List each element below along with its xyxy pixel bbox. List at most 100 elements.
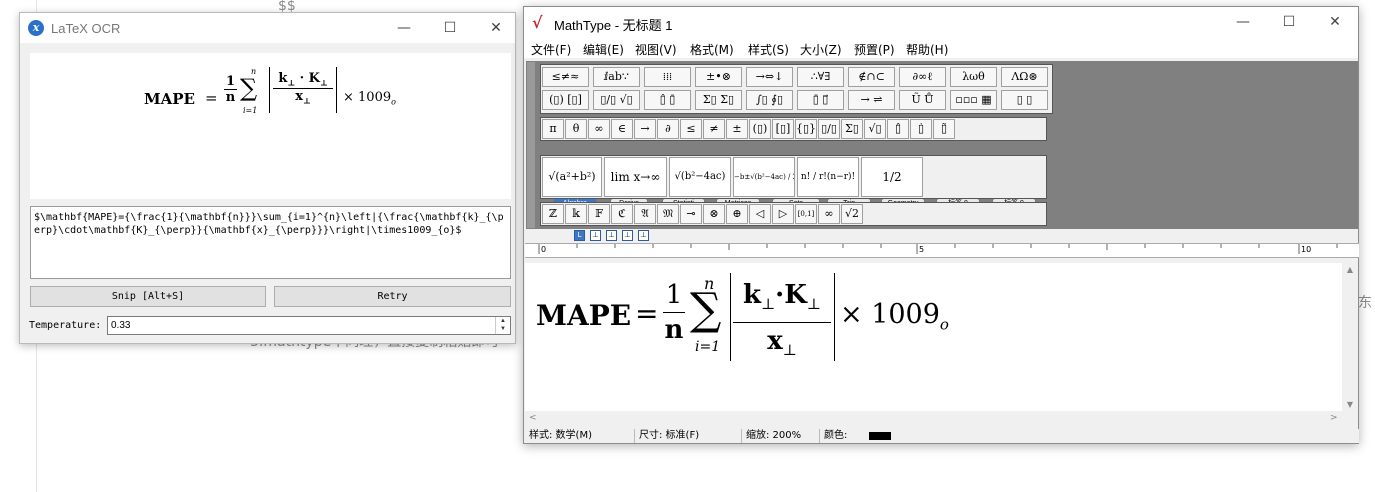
equation-numerator: k⊥·K⊥ — [743, 280, 821, 314]
symbol-arrow-button[interactable]: → — [634, 119, 656, 139]
palette-embellish-button[interactable]: ⁞⁞⁞ — [644, 67, 691, 87]
symbol-multimap-button[interactable]: ⊸ — [680, 204, 702, 224]
tab-stop-center-icon[interactable]: ⊥ — [590, 230, 601, 241]
palette-misc-button[interactable]: ∂∞ℓ — [899, 67, 946, 87]
mathtype-close-button[interactable]: ✕ — [1312, 7, 1358, 38]
mathtype-equation-editor[interactable]: MAPE = 1 n n ∑ i=1 k⊥·K⊥ x⊥ × 1009o — [525, 263, 1342, 411]
symbol-interval-button[interactable]: [0,1] — [795, 204, 817, 224]
scroll-left-icon[interactable]: < — [529, 413, 537, 423]
symbol-partial-button[interactable]: ∂ — [657, 119, 679, 139]
menu-style[interactable]: 样式(S) — [748, 41, 789, 58]
menu-edit[interactable]: 编辑(E) — [583, 41, 624, 58]
status-color-label: 颜色: — [819, 429, 847, 443]
symbol-oplus-button[interactable]: ⊕ — [726, 204, 748, 224]
mathtype-title-bar[interactable]: √ MathType - 无标题 1 — ☐ ✕ — [524, 7, 1358, 38]
palette-overbar-button[interactable]: ▯̄ ▯⃗ — [797, 90, 844, 110]
symbol-hat-button[interactable]: ▯̂ — [887, 119, 909, 139]
menu-format[interactable]: 格式(M) — [690, 41, 734, 58]
scroll-up-icon[interactable]: ▲ — [1342, 265, 1358, 274]
palette-fraction-radical-button[interactable]: ▯/▯ √▯ — [593, 90, 640, 110]
template-quadratic-formula[interactable]: −b±√(b²−4ac) / 2a — [733, 157, 795, 197]
palette-boxes-button[interactable]: ▯ ▯ — [1001, 90, 1048, 110]
ruler-ticks — [538, 244, 1338, 254]
ocr-title-bar[interactable]: x LaTeX OCR — ☐ ✕ — [20, 13, 515, 43]
snip-button[interactable]: Snip [Alt+S] — [30, 286, 266, 307]
palette-summation-button[interactable]: Σ▯ Σ▯ — [695, 90, 742, 110]
ocr-close-button[interactable]: ✕ — [473, 13, 519, 43]
palette-relations-button[interactable]: ≤≠≈ — [542, 67, 589, 87]
symbol-paren-button[interactable]: (▯) — [749, 119, 771, 139]
editor-vertical-scrollbar[interactable]: ▲ ▼ — [1342, 263, 1358, 411]
tab-stop-left-icon[interactable]: L — [574, 230, 585, 241]
symbol-sum-button[interactable]: Σ▯ — [841, 119, 863, 139]
symbol-infinity-button[interactable]: ∞ — [588, 119, 610, 139]
symbol-plusminus-button[interactable]: ± — [726, 119, 748, 139]
symbol-otimes-button[interactable]: ⊗ — [703, 204, 725, 224]
tab-stop-decimal-icon[interactable]: ⊥ — [638, 230, 649, 241]
symbol-complex-button[interactable]: ℭ — [611, 204, 633, 224]
symbol-neq-button[interactable]: ≠ — [703, 119, 725, 139]
temperature-stepper-icon[interactable]: ▲ ▼ — [495, 317, 510, 334]
tab-stop-right-icon[interactable]: ⊥ — [606, 230, 617, 241]
status-color-swatch[interactable] — [869, 432, 891, 440]
latex-ocr-window: x LaTeX OCR — ☐ ✕ MAPE = 1 n n ∑ i=1 k⊥ … — [19, 12, 516, 344]
palette-greek-upper-button[interactable]: ΛΩ⊛ — [1001, 67, 1048, 87]
palette-greek-lower-button[interactable]: λωθ — [950, 67, 997, 87]
symbol-script-m-button[interactable]: 𝔐 — [657, 204, 679, 224]
menu-help[interactable]: 帮助(H) — [906, 41, 948, 58]
symbol-field-button[interactable]: 𝔽 — [588, 204, 610, 224]
palette-products-button[interactable]: Ũ Ů — [899, 90, 946, 110]
scroll-right-icon[interactable]: > — [1330, 413, 1338, 423]
symbol-integers-button[interactable]: ℤ — [542, 204, 564, 224]
palette-sets-button[interactable]: ∉∩⊂ — [848, 67, 895, 87]
menu-size[interactable]: 大小(Z) — [800, 41, 842, 58]
palette-logic-button[interactable]: ∴∀∃ — [797, 67, 844, 87]
symbol-k-button[interactable]: 𝕜 — [565, 204, 587, 224]
ruler-mark-5: 5 — [919, 245, 925, 254]
toolbar-gripper[interactable] — [527, 62, 535, 228]
palette-labeled-arrows-button[interactable]: → ⇌ — [848, 90, 895, 110]
scroll-down-icon[interactable]: ▼ — [1342, 400, 1358, 409]
latex-output-textarea[interactable]: $\mathbf{MAPE}={\frac{1}{\mathbf{n}}}\su… — [30, 206, 511, 279]
palette-matrix-button[interactable]: ▫▫▫ ▦ — [950, 90, 997, 110]
preview-lhs: MAPE — [144, 90, 195, 108]
palette-operators-button[interactable]: ±•⊗ — [695, 67, 742, 87]
symbol-element-button[interactable]: ∈ — [611, 119, 633, 139]
palette-integral-button[interactable]: ∫▯ ∮▯ — [746, 90, 793, 110]
template-discriminant[interactable]: √(b²−4ac) — [669, 157, 731, 197]
ocr-maximize-button[interactable]: ☐ — [427, 13, 473, 43]
menu-file[interactable]: 文件(F) — [531, 41, 571, 58]
template-combination[interactable]: n! / r!(n−r)! — [797, 157, 859, 197]
symbol-leq-button[interactable]: ≤ — [680, 119, 702, 139]
symbol-left-triangle-button[interactable]: ◁ — [749, 204, 771, 224]
symbol-brace-button[interactable]: {▯} — [795, 119, 817, 139]
palette-arrows-button[interactable]: →⇔↓ — [746, 67, 793, 87]
mathtype-maximize-button[interactable]: ☐ — [1266, 7, 1312, 38]
template-one-half[interactable]: 1/2 — [861, 157, 923, 197]
symbol-sqrt2-button[interactable]: √2 — [841, 204, 863, 224]
bottom-symbol-bar: ℤ 𝕜 𝔽 ℭ 𝔄 𝔐 ⊸ ⊗ ⊕ ◁ ▷ [0,1] ∞ √2 — [540, 202, 1047, 226]
symbol-infinity-2-button[interactable]: ∞ — [818, 204, 840, 224]
ocr-minimize-button[interactable]: — — [381, 13, 427, 43]
menu-preferences[interactable]: 预置(P) — [854, 41, 895, 58]
template-limit[interactable]: lim x→∞ — [604, 157, 667, 197]
symbol-fraktur-a-button[interactable]: 𝔄 — [634, 204, 656, 224]
editor-horizontal-scrollbar[interactable]: < > — [525, 411, 1342, 427]
temperature-spinbox[interactable]: 0.33 ▲ ▼ — [107, 316, 511, 335]
template-hypotenuse[interactable]: √(a²+b²) — [542, 157, 602, 197]
symbol-bracket-button[interactable]: [▯] — [772, 119, 794, 139]
symbol-right-triangle-button[interactable]: ▷ — [772, 204, 794, 224]
symbol-fraction-button[interactable]: ▯/▯ — [818, 119, 840, 139]
tab-stop-relation-icon[interactable]: ⊥ — [622, 230, 633, 241]
symbol-theta-button[interactable]: θ — [565, 119, 587, 139]
symbol-pi-button[interactable]: π — [542, 119, 564, 139]
mathtype-minimize-button[interactable]: — — [1220, 7, 1266, 38]
symbol-sqrt-button[interactable]: √▯ — [864, 119, 886, 139]
retry-button[interactable]: Retry — [274, 286, 511, 307]
symbol-tilde-button[interactable]: ▯̃ — [933, 119, 955, 139]
palette-spaces-button[interactable]: ⅈab∵ — [593, 67, 640, 87]
palette-fences-button[interactable]: (▯) [▯] — [542, 90, 589, 110]
symbol-dot-button[interactable]: ▯̇ — [910, 119, 932, 139]
menu-view[interactable]: 视图(V) — [635, 41, 677, 58]
palette-subscript-button[interactable]: ▯̂ ▯̄ — [644, 90, 691, 110]
